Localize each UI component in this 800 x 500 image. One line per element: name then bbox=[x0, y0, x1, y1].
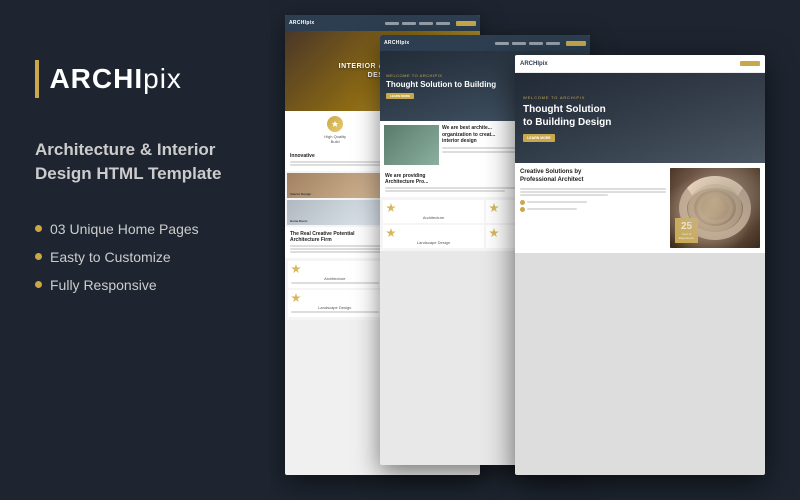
mock-back-nav-links bbox=[385, 22, 450, 25]
logo-archi: ARCHI bbox=[49, 63, 143, 94]
mock-front-badge: WELCOME TO ARCHIPIX bbox=[523, 95, 757, 100]
mock-front-creative-title: Creative Solutions byProfessional Archit… bbox=[520, 168, 666, 185]
mock-about-image bbox=[384, 125, 439, 165]
img-cell-homedecor: Home Decor bbox=[287, 200, 382, 225]
mock-front-nav: ARCHIpix bbox=[515, 55, 765, 73]
mock-front-about: Creative Solutions byProfessional Archit… bbox=[515, 163, 765, 253]
stat-label: Year ofExperience bbox=[679, 232, 694, 240]
mock-nav-link bbox=[436, 22, 450, 25]
logo-area: ARCHIPIX bbox=[35, 60, 240, 98]
service-icon bbox=[386, 228, 396, 238]
service-label: Architecture bbox=[386, 215, 481, 220]
quality-label: High QualityBuild bbox=[324, 134, 346, 144]
mock-nav-link bbox=[723, 62, 737, 65]
img-cell-label: Interior Design bbox=[290, 192, 311, 196]
content-line bbox=[291, 282, 379, 284]
mock-nav-link bbox=[687, 62, 701, 65]
feature-item-1: 03 Unique Home Pages bbox=[35, 221, 240, 237]
check-dot bbox=[520, 200, 525, 205]
staircase-visual bbox=[670, 168, 760, 248]
stat-number: 25 bbox=[681, 221, 692, 232]
check-dot bbox=[520, 207, 525, 212]
mock-front-hero: WELCOME TO ARCHIPIX Thought Solutionto B… bbox=[515, 73, 765, 163]
mock-front-cta-btn bbox=[740, 61, 760, 66]
mock-mid-cta-btn bbox=[566, 41, 586, 46]
mock-icon-quality: High QualityBuild bbox=[324, 116, 346, 144]
mock-mid-hero-btn: LEARN MORE bbox=[386, 93, 414, 99]
mock-mid-nav-links bbox=[495, 42, 560, 45]
mockup-front: ARCHIpix WELCOME TO ARCHIPIX Thought Sol… bbox=[515, 55, 765, 475]
logo-accent-bar bbox=[35, 60, 39, 98]
checklist bbox=[520, 200, 666, 212]
content-line bbox=[527, 208, 577, 210]
service-landscape-mid: Landscape Design bbox=[383, 225, 484, 248]
mock-nav-link bbox=[495, 42, 509, 45]
service-label: Architecture bbox=[291, 276, 379, 281]
checklist-item bbox=[520, 207, 666, 212]
content-line bbox=[385, 190, 505, 192]
spiral-ring-2 bbox=[688, 184, 742, 232]
mock-mid-nav: ARCHIpix bbox=[380, 35, 590, 51]
mock-back-logo: ARCHIpix bbox=[289, 20, 314, 26]
mock-front-logo: ARCHIpix bbox=[520, 61, 548, 67]
service-landscape: Landscape Design bbox=[288, 290, 382, 317]
mock-nav-link bbox=[669, 62, 683, 65]
content-line bbox=[520, 194, 608, 196]
logo-pix: PIX bbox=[143, 63, 182, 94]
mock-nav-link bbox=[546, 42, 560, 45]
service-icon bbox=[489, 228, 499, 238]
mock-front-hero-title: Thought Solutionto Building Design bbox=[523, 103, 757, 129]
spiral-ring-1 bbox=[679, 176, 751, 240]
img-cell-label: Home Decor bbox=[290, 219, 308, 223]
right-panel: ARCHIpix INTERIOR & EXTERIORDESIGN bbox=[270, 0, 800, 500]
mockup-container: ARCHIpix INTERIOR & EXTERIORDESIGN bbox=[270, 0, 800, 500]
mock-nav-link bbox=[419, 22, 433, 25]
service-icon bbox=[386, 203, 396, 213]
mock-front-nav-links bbox=[669, 62, 737, 65]
img-cell-interior: Interior Design bbox=[287, 173, 382, 198]
service-icon bbox=[489, 203, 499, 213]
feature-item-3: Fully Responsive bbox=[35, 277, 240, 293]
left-panel: ARCHIPIX Architecture & InteriorDesign H… bbox=[0, 0, 270, 500]
mock-front-about-text: Creative Solutions byProfessional Archit… bbox=[520, 168, 666, 248]
quality-icon bbox=[327, 116, 343, 132]
mock-nav-link bbox=[529, 42, 543, 45]
content-line bbox=[520, 188, 666, 190]
service-architecture: Architecture bbox=[288, 261, 382, 288]
bullet-icon-1 bbox=[35, 225, 42, 232]
mock-front-staircase-img: 25 Year ofExperience bbox=[670, 168, 760, 248]
mock-mid-btn-label: LEARN MORE bbox=[390, 94, 410, 98]
content-line bbox=[520, 191, 666, 193]
mock-nav-link bbox=[512, 42, 526, 45]
bullet-icon-3 bbox=[35, 281, 42, 288]
content-line bbox=[527, 201, 587, 203]
checklist-item bbox=[520, 200, 666, 205]
service-label: Landscape Design bbox=[291, 305, 379, 310]
mock-front-btn-label: LEARN MORE bbox=[527, 136, 551, 140]
service-icon bbox=[291, 293, 301, 303]
mock-nav-link bbox=[402, 22, 416, 25]
mock-front-learn-btn: LEARN MORE bbox=[523, 134, 555, 142]
mock-back-cta-btn bbox=[456, 21, 476, 26]
mock-back-nav: ARCHIpix bbox=[285, 15, 480, 31]
tagline: Architecture & InteriorDesign HTML Templ… bbox=[35, 138, 240, 186]
features-list: 03 Unique Home Pages Easty to Customize … bbox=[35, 221, 240, 305]
feature-item-2: Easty to Customize bbox=[35, 249, 240, 265]
content-line bbox=[291, 311, 379, 313]
service-icon bbox=[291, 264, 301, 274]
service-label: Landscape Design bbox=[386, 240, 481, 245]
mock-stat-box: 25 Year ofExperience bbox=[675, 218, 698, 243]
mock-mid-logo: ARCHIpix bbox=[384, 40, 409, 46]
mock-nav-link bbox=[385, 22, 399, 25]
mock-nav-link bbox=[705, 62, 719, 65]
bullet-icon-2 bbox=[35, 253, 42, 260]
logo-text: ARCHIPIX bbox=[49, 63, 181, 95]
spiral-ring-3 bbox=[697, 192, 733, 224]
service-architecture-mid: Architecture bbox=[383, 200, 484, 223]
